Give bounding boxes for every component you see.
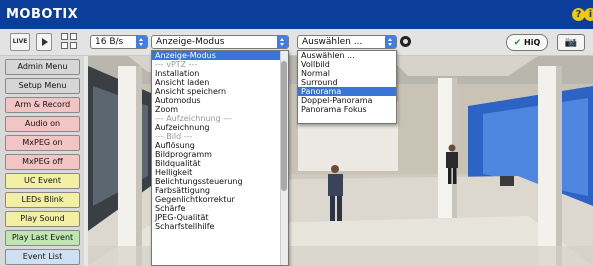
view-dropdown[interactable]: Auswählen ... Vollbild Normal Surround P… (297, 50, 397, 124)
mode-option-separator-recording: --- Aufzeichnung --- (155, 114, 232, 123)
arm-record-button[interactable]: Arm & Record (5, 97, 80, 113)
mode-option-installation[interactable]: Installation (152, 69, 288, 78)
mode-option-resolution[interactable]: Auflösung (152, 141, 288, 150)
hiq-button[interactable]: ✔ HiQ (506, 34, 548, 51)
audio-on-button[interactable]: Audio on (5, 116, 80, 132)
display-mode-select[interactable]: Anzeige-Modus (151, 35, 289, 49)
mode-option-sharpness[interactable]: Schärfe (152, 204, 288, 213)
select-arrow-icon (385, 36, 396, 48)
snapshot-camera-icon[interactable]: 📷 (557, 34, 585, 51)
setup-menu-button[interactable]: Setup Menu (5, 78, 80, 94)
view-option-select[interactable]: Auswählen ... (298, 51, 396, 60)
view-value: Auswählen ... (302, 37, 363, 47)
frame-rate-value: 16 B/s (95, 37, 124, 47)
mode-option-focus-assist[interactable]: Scharfstellhilfe (152, 222, 288, 231)
event-list-button[interactable]: Event List (5, 249, 80, 265)
select-arrow-icon (277, 36, 288, 48)
mode-option-load-view[interactable]: Ansicht laden (152, 78, 288, 87)
view-option-normal[interactable]: Normal (298, 69, 396, 78)
view-option-double-panorama[interactable]: Doppel-Panorama (298, 96, 396, 105)
mode-option-automode[interactable]: Automodus (152, 96, 288, 105)
mode-option-image-program[interactable]: Bildprogramm (152, 150, 288, 159)
dropdown-scrollbar-thumb[interactable] (281, 61, 287, 191)
leds-blink-button[interactable]: LEDs Blink (5, 192, 80, 208)
mode-option-separator-image: --- Bild --- (155, 132, 193, 141)
header-bar: MOBOTIX ? i (0, 0, 593, 29)
mxpeg-on-button[interactable]: MxPEG on (5, 135, 80, 151)
mode-option-jpeg-quality[interactable]: JPEG-Qualität (152, 213, 288, 222)
frame-rate-select[interactable]: 16 B/s (90, 35, 148, 49)
mode-option-recording[interactable]: Aufzeichnung (152, 123, 288, 132)
camera-ui: MOBOTIX ? i LIVE 16 B/s Anzeige-Modus Au… (0, 0, 593, 266)
mode-option-display-mode[interactable]: Anzeige-Modus (152, 51, 288, 60)
mode-option-zoom[interactable]: Zoom (152, 105, 288, 114)
mode-option-brightness[interactable]: Helligkeit (152, 168, 288, 177)
mode-option-image-quality[interactable]: Bildqualität (152, 159, 288, 168)
view-option-fullscreen[interactable]: Vollbild (298, 60, 396, 69)
admin-menu-button[interactable]: Admin Menu (5, 59, 80, 75)
play-button[interactable] (36, 33, 52, 51)
uc-event-button[interactable]: UC Event (5, 173, 80, 189)
mode-option-separator-vptz: --- vPTZ --- (155, 60, 198, 69)
mode-option-exposure-control[interactable]: Belichtungssteuerung (152, 177, 288, 186)
display-mode-value: Anzeige-Modus (156, 37, 225, 47)
multiview-grid-icon[interactable] (61, 33, 78, 50)
brand-logo: MOBOTIX (6, 7, 79, 22)
mode-option-backlight-correction[interactable]: Gegenlichtkorrektur (152, 195, 288, 204)
checkmark-icon: ✔ (513, 38, 522, 48)
info-icon[interactable]: i (584, 8, 593, 21)
live-button[interactable]: LIVE (10, 33, 30, 51)
view-option-panorama-focus[interactable]: Panorama Fokus (298, 105, 396, 114)
mode-option-saturation[interactable]: Farbsättigung (152, 186, 288, 195)
view-option-surround[interactable]: Surround (298, 78, 396, 87)
view-select[interactable]: Auswählen ... (297, 35, 397, 49)
hiq-label: HiQ (524, 38, 541, 47)
mxpeg-off-button[interactable]: MxPEG off (5, 154, 80, 170)
play-last-event-button[interactable]: Play Last Event (5, 230, 80, 246)
play-sound-button[interactable]: Play Sound (5, 211, 80, 227)
mode-option-save-view[interactable]: Ansicht speichern (152, 87, 288, 96)
view-option-panorama[interactable]: Panorama (298, 87, 396, 96)
sidebar: Admin Menu Setup Menu Arm & Record Audio… (0, 56, 84, 266)
display-mode-dropdown[interactable]: Anzeige-Modus --- vPTZ --- Installation … (151, 50, 289, 266)
select-arrow-icon (136, 36, 147, 48)
gear-icon[interactable] (400, 36, 411, 47)
